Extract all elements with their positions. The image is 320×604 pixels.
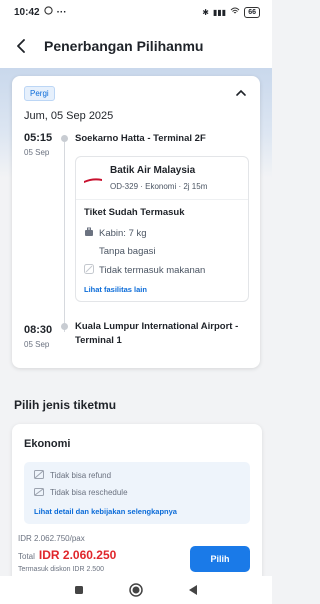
suitcase-icon: [84, 227, 94, 240]
arrival-time: 08:30: [24, 324, 53, 336]
divider: [76, 199, 248, 200]
ticket-option-card[interactable]: Ekonomi Tidak bisa refund Tidak bisa res…: [12, 424, 262, 584]
page-title: Penerbangan Pilihanmu: [44, 38, 204, 54]
price-per-pax: IDR 2.062.750/pax: [18, 534, 85, 543]
reschedule-row: Tidak bisa reschedule: [34, 487, 128, 498]
back-arrow-icon[interactable]: [12, 36, 32, 56]
cabin-baggage-row: Kabin: 7 kg: [84, 227, 147, 240]
see-facilities-link[interactable]: Lihat fasilitas lain: [84, 285, 147, 294]
baggage-text: Tanpa bagasi: [99, 246, 156, 257]
departure-badge: Pergi: [24, 86, 55, 101]
no-meal-icon: [84, 264, 94, 277]
battery-icon: 66: [244, 6, 260, 18]
airline-name: Batik Air Malaysia: [110, 165, 196, 176]
total-row: Total IDR 2.060.250: [18, 548, 116, 562]
no-refund-icon: [34, 470, 44, 481]
more-notifications-icon: ···: [56, 6, 67, 18]
no-reschedule-icon: [34, 487, 44, 498]
section-title: Pilih jenis tiketmu: [14, 398, 117, 412]
ticket-class: Ekonomi: [24, 438, 71, 450]
refund-row: Tidak bisa refund: [34, 470, 111, 481]
wifi-icon: [230, 7, 240, 17]
arrival-date: 05 Sep: [24, 340, 50, 349]
signal-icon: ▮▮▮: [212, 7, 227, 17]
reschedule-text: Tidak bisa reschedule: [50, 488, 128, 497]
departure-time: 05:15: [24, 132, 53, 144]
flight-info: OD-329 · Ekonomi · 2j 15m: [110, 182, 208, 191]
policy-detail-link[interactable]: Lihat detail dan kebijakan selengkapnya: [34, 507, 177, 516]
cabin-text: Kabin: 7 kg: [99, 228, 147, 239]
refund-text: Tidak bisa refund: [50, 471, 112, 480]
total-label: Total: [18, 552, 35, 561]
arrival-airport: Kuala Lumpur International Airport - Ter…: [75, 321, 239, 346]
departure-dot: [61, 135, 68, 142]
flight-detail-card: Pergi Jum, 05 Sep 2025 05:15 05 Sep Soek…: [12, 76, 260, 368]
departure-airport: Soekarno Hatta - Terminal 2F: [75, 133, 206, 144]
flight-date: Jum, 05 Sep 2025: [24, 110, 114, 122]
chevron-up-icon[interactable]: [234, 86, 248, 100]
meal-text: Tidak termasuk makanan: [99, 265, 206, 276]
airline-logo-icon: [84, 170, 102, 183]
system-nav-bar: [0, 576, 272, 604]
app-header: Penerbangan Pilihanmu: [0, 24, 272, 68]
airline-details: Batik Air Malaysia OD-329 · Ekonomi · 2j…: [75, 156, 249, 302]
status-time: 10:42: [14, 6, 40, 18]
departure-date: 05 Sep: [24, 148, 50, 157]
select-button[interactable]: Pilih: [190, 546, 250, 572]
arrival-dot: [61, 323, 68, 330]
policy-box: Tidak bisa refund Tidak bisa reschedule …: [24, 462, 250, 524]
whatsapp-icon: [43, 6, 53, 18]
bluetooth-icon: ✱: [202, 7, 209, 17]
discount-note: Termasuk diskon IDR 2.500: [18, 566, 104, 573]
included-title: Tiket Sudah Termasuk: [84, 207, 185, 218]
timeline-line: [64, 142, 65, 332]
total-price: IDR 2.060.250: [38, 548, 117, 562]
status-bar: 10:42 ··· ✱ ▮▮▮ 66: [0, 0, 272, 24]
recent-apps-icon[interactable]: [71, 582, 87, 598]
meal-row: Tidak termasuk makanan: [84, 264, 205, 277]
back-triangle-icon[interactable]: [185, 582, 201, 598]
home-icon[interactable]: [128, 582, 144, 598]
